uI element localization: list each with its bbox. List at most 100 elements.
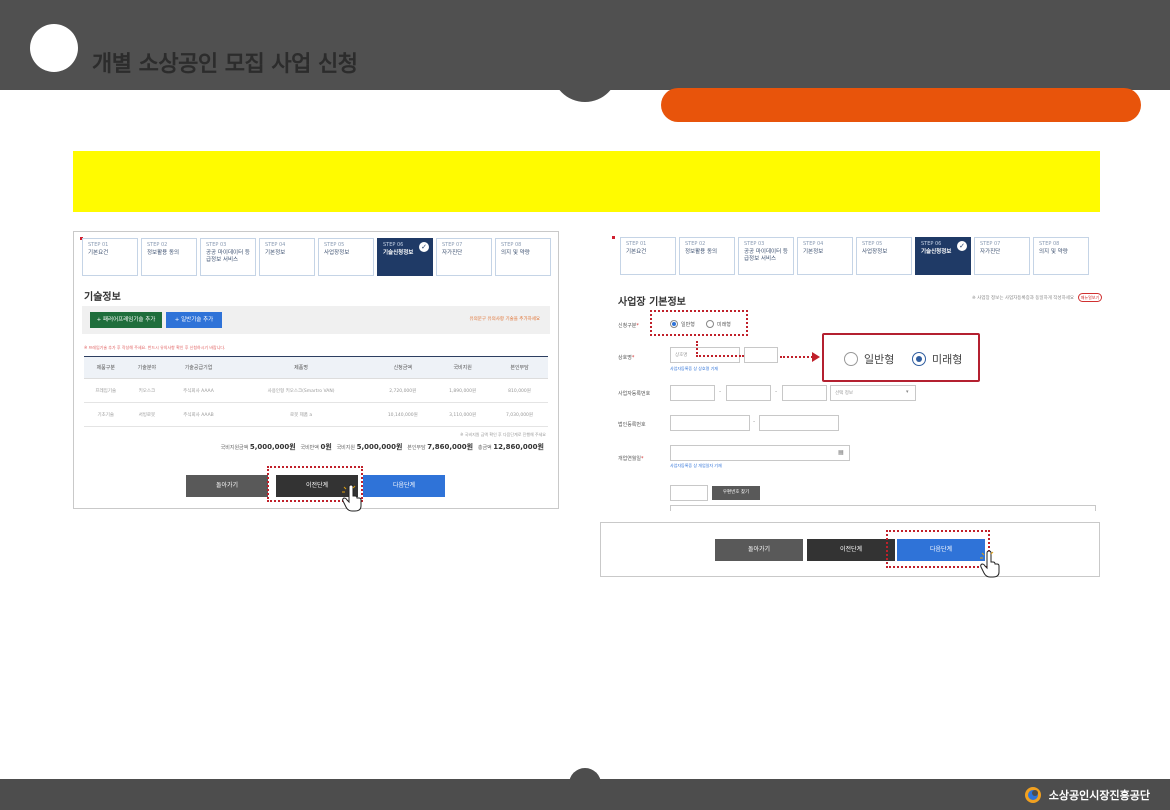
connector-line <box>696 341 744 357</box>
bottom-nav-panel: 돌아가기 이전단계 다음단계 <box>600 522 1100 577</box>
col-header: 제품명 <box>230 356 372 379</box>
add-premium-tech-button[interactable]: + 패러어프레임기술 추가 <box>90 312 162 328</box>
biz-reg-input-1[interactable] <box>670 385 715 401</box>
back-button[interactable]: 돌아가기 <box>186 475 268 497</box>
cell: 사용인형 키오스크(Smartro VAN) <box>230 378 372 403</box>
step-01[interactable]: STEP 01 기본요건 <box>82 238 138 276</box>
table-row[interactable]: 기초기술 서빙로봇 주식회사 AAAB 로봇 제품 a 10,140,000원 … <box>84 402 548 427</box>
dash: - <box>775 388 778 395</box>
add-general-tech-button[interactable]: + 일반기술 추가 <box>166 312 222 328</box>
step-05[interactable]: STEP 05 사업장정보 <box>856 237 912 275</box>
sum-label: 본인부담 <box>407 445 426 451</box>
radio-highlight <box>650 310 748 336</box>
biz-reg-input-3[interactable] <box>782 385 827 401</box>
hand-pointer-icon <box>980 550 1000 578</box>
sum-note: ※ 국비지원 금액 확인 후 다음단계로 진행해 주세요 <box>460 432 546 437</box>
corp-reg-input-1[interactable] <box>670 415 750 431</box>
col-header: 제품구분 <box>84 356 128 379</box>
radio-off-icon <box>844 352 858 366</box>
sum-label: 국비지원 <box>336 445 355 451</box>
cell: 주식회사 AAAA <box>166 378 231 403</box>
step-07[interactable]: STEP 07 자가진단 <box>436 238 492 276</box>
step-05[interactable]: STEP 05 사업장정보 <box>318 238 374 276</box>
step-01[interactable]: STEP 01 기본요건 <box>620 237 676 275</box>
cell: 주식회사 AAAB <box>166 402 231 427</box>
step-06[interactable]: STEP 06 기술신청정보 ✓ <box>377 238 433 276</box>
cell: 키오스크 <box>127 378 167 403</box>
cell: 프레임기술 <box>84 378 128 403</box>
back-button[interactable]: 돌아가기 <box>715 539 803 561</box>
red-marker <box>612 236 615 239</box>
cell: 2,720,000원 <box>371 378 435 403</box>
zoom-radio-future: 미래형 <box>912 351 962 367</box>
biz-type-select[interactable]: 선택 정보 <box>830 385 916 401</box>
col-header: 기술분야 <box>127 356 167 379</box>
warning-note: ※ 프레임기술 추가 후 작성해 주세요. 반드시 유의사항 확인 후 신청하시… <box>84 345 226 350</box>
corp-reg-label: 법인등록번호 <box>618 422 646 428</box>
step-08[interactable]: STEP 08 의지 및 약량 <box>1033 237 1089 275</box>
apply-type-label: 신청구분* <box>618 323 639 329</box>
zoom-radio-general: 일반형 <box>844 351 894 367</box>
header-circle-icon <box>30 24 78 72</box>
step-02[interactable]: STEP 02 정보활용 동의 <box>141 238 197 276</box>
highlight-box <box>73 151 1100 212</box>
tech-table: 제품구분 기술분야 기술공급기업 제품명 신청금액 국비지원 본인부담 프레임기… <box>84 356 548 427</box>
prev-step-button[interactable]: 이전단계 <box>807 539 895 561</box>
step-07[interactable]: STEP 07 자가진단 <box>974 237 1030 275</box>
sum-label: 총금액 <box>477 445 492 451</box>
date-hint: 사업자등록증 상 개업일자 기재 <box>670 463 722 468</box>
corp-reg-input-2[interactable] <box>759 415 839 431</box>
header-notch <box>552 60 618 102</box>
cell: 7,030,000원 <box>491 402 548 427</box>
cell: 810,000원 <box>491 378 548 403</box>
step-indicator: STEP 01 기본요건 STEP 02 정보활용 동의 STEP 03 공공 마이데… <box>82 238 551 276</box>
col-header: 신청금액 <box>371 356 435 379</box>
cell: 기초기술 <box>84 402 128 427</box>
calendar-icon[interactable]: ▦ <box>838 449 844 456</box>
table-row[interactable]: 프레임기술 키오스크 주식회사 AAAA 사용인형 키오스크(Smartro V… <box>84 378 548 403</box>
col-header: 국비지원 <box>434 356 492 379</box>
hand-pointer-icon <box>342 484 362 512</box>
sum-value: 0원 <box>320 443 332 451</box>
manual-badge[interactable]: 매뉴얼보기 <box>1078 293 1102 302</box>
biz-reg-label: 사업자등록번호 <box>618 391 651 397</box>
col-header: 본인부담 <box>491 356 548 379</box>
cell: 10,140,000원 <box>371 402 435 427</box>
step-03[interactable]: STEP 03 공공 마이데이터 등급정보 서비스 <box>738 237 794 275</box>
sum-value: 7,860,000원 <box>427 443 474 451</box>
sum-label: 국비반액 <box>300 445 319 451</box>
col-header: 기술공급기업 <box>166 356 231 379</box>
cell: 로봇 제품 a <box>230 402 372 427</box>
cell: 서빙로봇 <box>127 402 167 427</box>
step-02[interactable]: STEP 02 정보활용 동의 <box>679 237 735 275</box>
footer-logo: 소상공인시장진흥공단 <box>1023 785 1150 805</box>
open-date-input[interactable] <box>670 445 850 461</box>
chevron-down-icon: ▾ <box>906 389 909 395</box>
page-title: 개별 소상공인 모집 사업 신청 <box>92 52 358 77</box>
step-indicator: STEP 01 기본요건 STEP 02 정보활용 동의 STEP 03 공공 마이데… <box>620 237 1089 275</box>
store-hint: 사업자등록증 상 상호명 기재 <box>670 366 718 371</box>
sum-value: 5,000,000원 <box>249 443 296 451</box>
next-step-button[interactable]: 다음단계 <box>363 475 445 497</box>
open-date-label: 개업연월일* <box>618 456 644 462</box>
sum-label: 국비지원금액 <box>220 445 249 451</box>
step-04[interactable]: STEP 04 기본정보 <box>259 238 315 276</box>
zip-input[interactable] <box>670 485 708 501</box>
tech-note: 유의문구 유의사항 기술을 추가하세요 <box>469 317 540 322</box>
store-name-input-2[interactable] <box>744 347 778 363</box>
dash: - <box>753 418 756 425</box>
sum-value: 12,860,000원 <box>493 443 544 451</box>
step-03[interactable]: STEP 03 공공 마이데이터 등급정보 서비스 <box>200 238 256 276</box>
biz-reg-input-2[interactable] <box>726 385 771 401</box>
sum-summary: 국비지원금액 5,000,000원 국비반액 0원 국비지원 5,000,000… <box>221 442 544 452</box>
radio-zoom-callout: 일반형 미래형 <box>822 333 980 382</box>
step-06[interactable]: STEP 06 기술신청정보 ✓ <box>915 237 971 275</box>
step-04[interactable]: STEP 04 기본정보 <box>797 237 853 275</box>
footer-notch <box>569 768 601 784</box>
orange-label-bar <box>661 88 1141 122</box>
tech-info-title: 기술정보 <box>84 292 121 303</box>
zip-search-button[interactable]: 우편번호 찾기 <box>712 486 760 500</box>
address-input[interactable] <box>670 505 1096 511</box>
step-08[interactable]: STEP 08 의지 및 약량 <box>495 238 551 276</box>
business-info-title: 사업장 기본정보 <box>618 297 686 308</box>
